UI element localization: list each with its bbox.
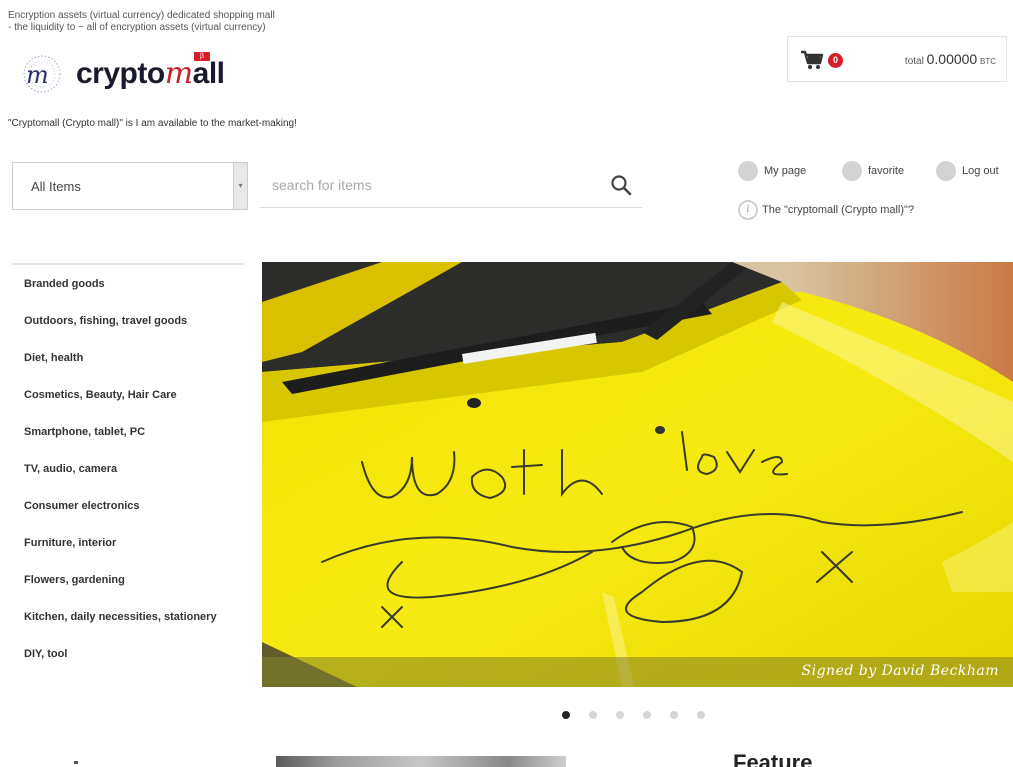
sidebar-item-flowers[interactable]: Flowers, gardening bbox=[12, 561, 244, 598]
carousel-dot-6[interactable] bbox=[697, 711, 705, 719]
header-tagline: Encryption assets (virtual currency) ded… bbox=[8, 10, 275, 34]
carousel-dot-2[interactable] bbox=[589, 711, 597, 719]
shopping-cart-icon[interactable] bbox=[800, 50, 824, 70]
tagline-line-2: - the liquidity to ~ all of encryption a… bbox=[8, 22, 266, 33]
search-bar bbox=[260, 162, 642, 208]
info-icon: i bbox=[738, 200, 758, 220]
logout-label: Log out bbox=[962, 165, 999, 177]
sidebar-item-outdoors[interactable]: Outdoors, fishing, travel goods bbox=[12, 302, 244, 339]
feature-heading: Feature bbox=[733, 750, 813, 767]
site-logo[interactable]: m cryptomall β bbox=[20, 52, 260, 98]
cart-count-badge: 0 bbox=[828, 53, 843, 68]
sidebar-item-diet-health[interactable]: Diet, health bbox=[12, 339, 244, 376]
carousel-dot-5[interactable] bbox=[670, 711, 678, 719]
logo-text-m: m bbox=[164, 56, 193, 91]
cart-summary[interactable]: 0 total 0.00000 BTC bbox=[787, 36, 1007, 82]
search-input[interactable] bbox=[260, 170, 580, 200]
cart-currency: BTC bbox=[980, 57, 996, 66]
feature-thumbnail[interactable] bbox=[276, 756, 566, 767]
sidebar-item-tv-audio[interactable]: TV, audio, camera bbox=[12, 450, 244, 487]
sidebar-item-electronics[interactable]: Consumer electronics bbox=[12, 487, 244, 524]
carousel-dot-4[interactable] bbox=[643, 711, 651, 719]
sidebar-item-kitchen[interactable]: Kitchen, daily necessities, stationery bbox=[12, 598, 244, 635]
banner-caption-bar: Signed by David Beckham bbox=[262, 657, 1013, 687]
logo-wordmark: cryptomall bbox=[76, 56, 225, 91]
logo-text-suffix: all bbox=[192, 57, 225, 90]
carousel-dots bbox=[562, 711, 712, 721]
carousel-dot-3[interactable] bbox=[616, 711, 624, 719]
favorite-label: favorite bbox=[868, 165, 905, 177]
cart-total-amount: 0.00000 bbox=[926, 51, 978, 67]
sidebar-more-indicator bbox=[24, 755, 84, 767]
sidebar-item-branded-goods[interactable]: Branded goods bbox=[12, 265, 244, 302]
my-page-label: My page bbox=[764, 165, 807, 177]
header-slogan: "Cryptomall (Crypto mall)" is I am avail… bbox=[8, 118, 297, 129]
banner-image bbox=[262, 262, 1013, 687]
logo-emblem-icon: m bbox=[23, 55, 61, 93]
carousel-dot-1[interactable] bbox=[562, 711, 570, 719]
heart-icon bbox=[842, 161, 862, 181]
about-label: The "cryptomall (Crypto mall)"? bbox=[762, 204, 915, 216]
category-select[interactable]: All Items ▾ bbox=[12, 162, 248, 210]
category-sidebar: Branded goods Outdoors, fishing, travel … bbox=[12, 263, 244, 672]
beta-badge: β bbox=[194, 52, 211, 61]
cart-total-label: total bbox=[904, 56, 924, 67]
cart-total: total 0.00000 BTC bbox=[905, 51, 996, 67]
sidebar-item-cosmetics[interactable]: Cosmetics, Beauty, Hair Care bbox=[12, 376, 244, 413]
chevron-down-icon[interactable]: ▾ bbox=[233, 163, 247, 209]
svg-text:m: m bbox=[26, 61, 49, 89]
sidebar-item-smartphone[interactable]: Smartphone, tablet, PC bbox=[12, 413, 244, 450]
hero-banner[interactable]: Signed by David Beckham bbox=[262, 262, 1013, 687]
tagline-line-1: Encryption assets (virtual currency) ded… bbox=[8, 10, 275, 21]
sidebar-item-furniture[interactable]: Furniture, interior bbox=[12, 524, 244, 561]
search-icon[interactable] bbox=[610, 174, 632, 196]
logout-icon bbox=[936, 161, 956, 181]
logo-text-prefix: crypto bbox=[76, 57, 165, 90]
sidebar-item-diy[interactable]: DIY, tool bbox=[12, 635, 244, 672]
category-selected-value: All Items bbox=[31, 179, 81, 194]
banner-caption: Signed by David Beckham bbox=[801, 663, 999, 679]
user-icon bbox=[738, 161, 758, 181]
